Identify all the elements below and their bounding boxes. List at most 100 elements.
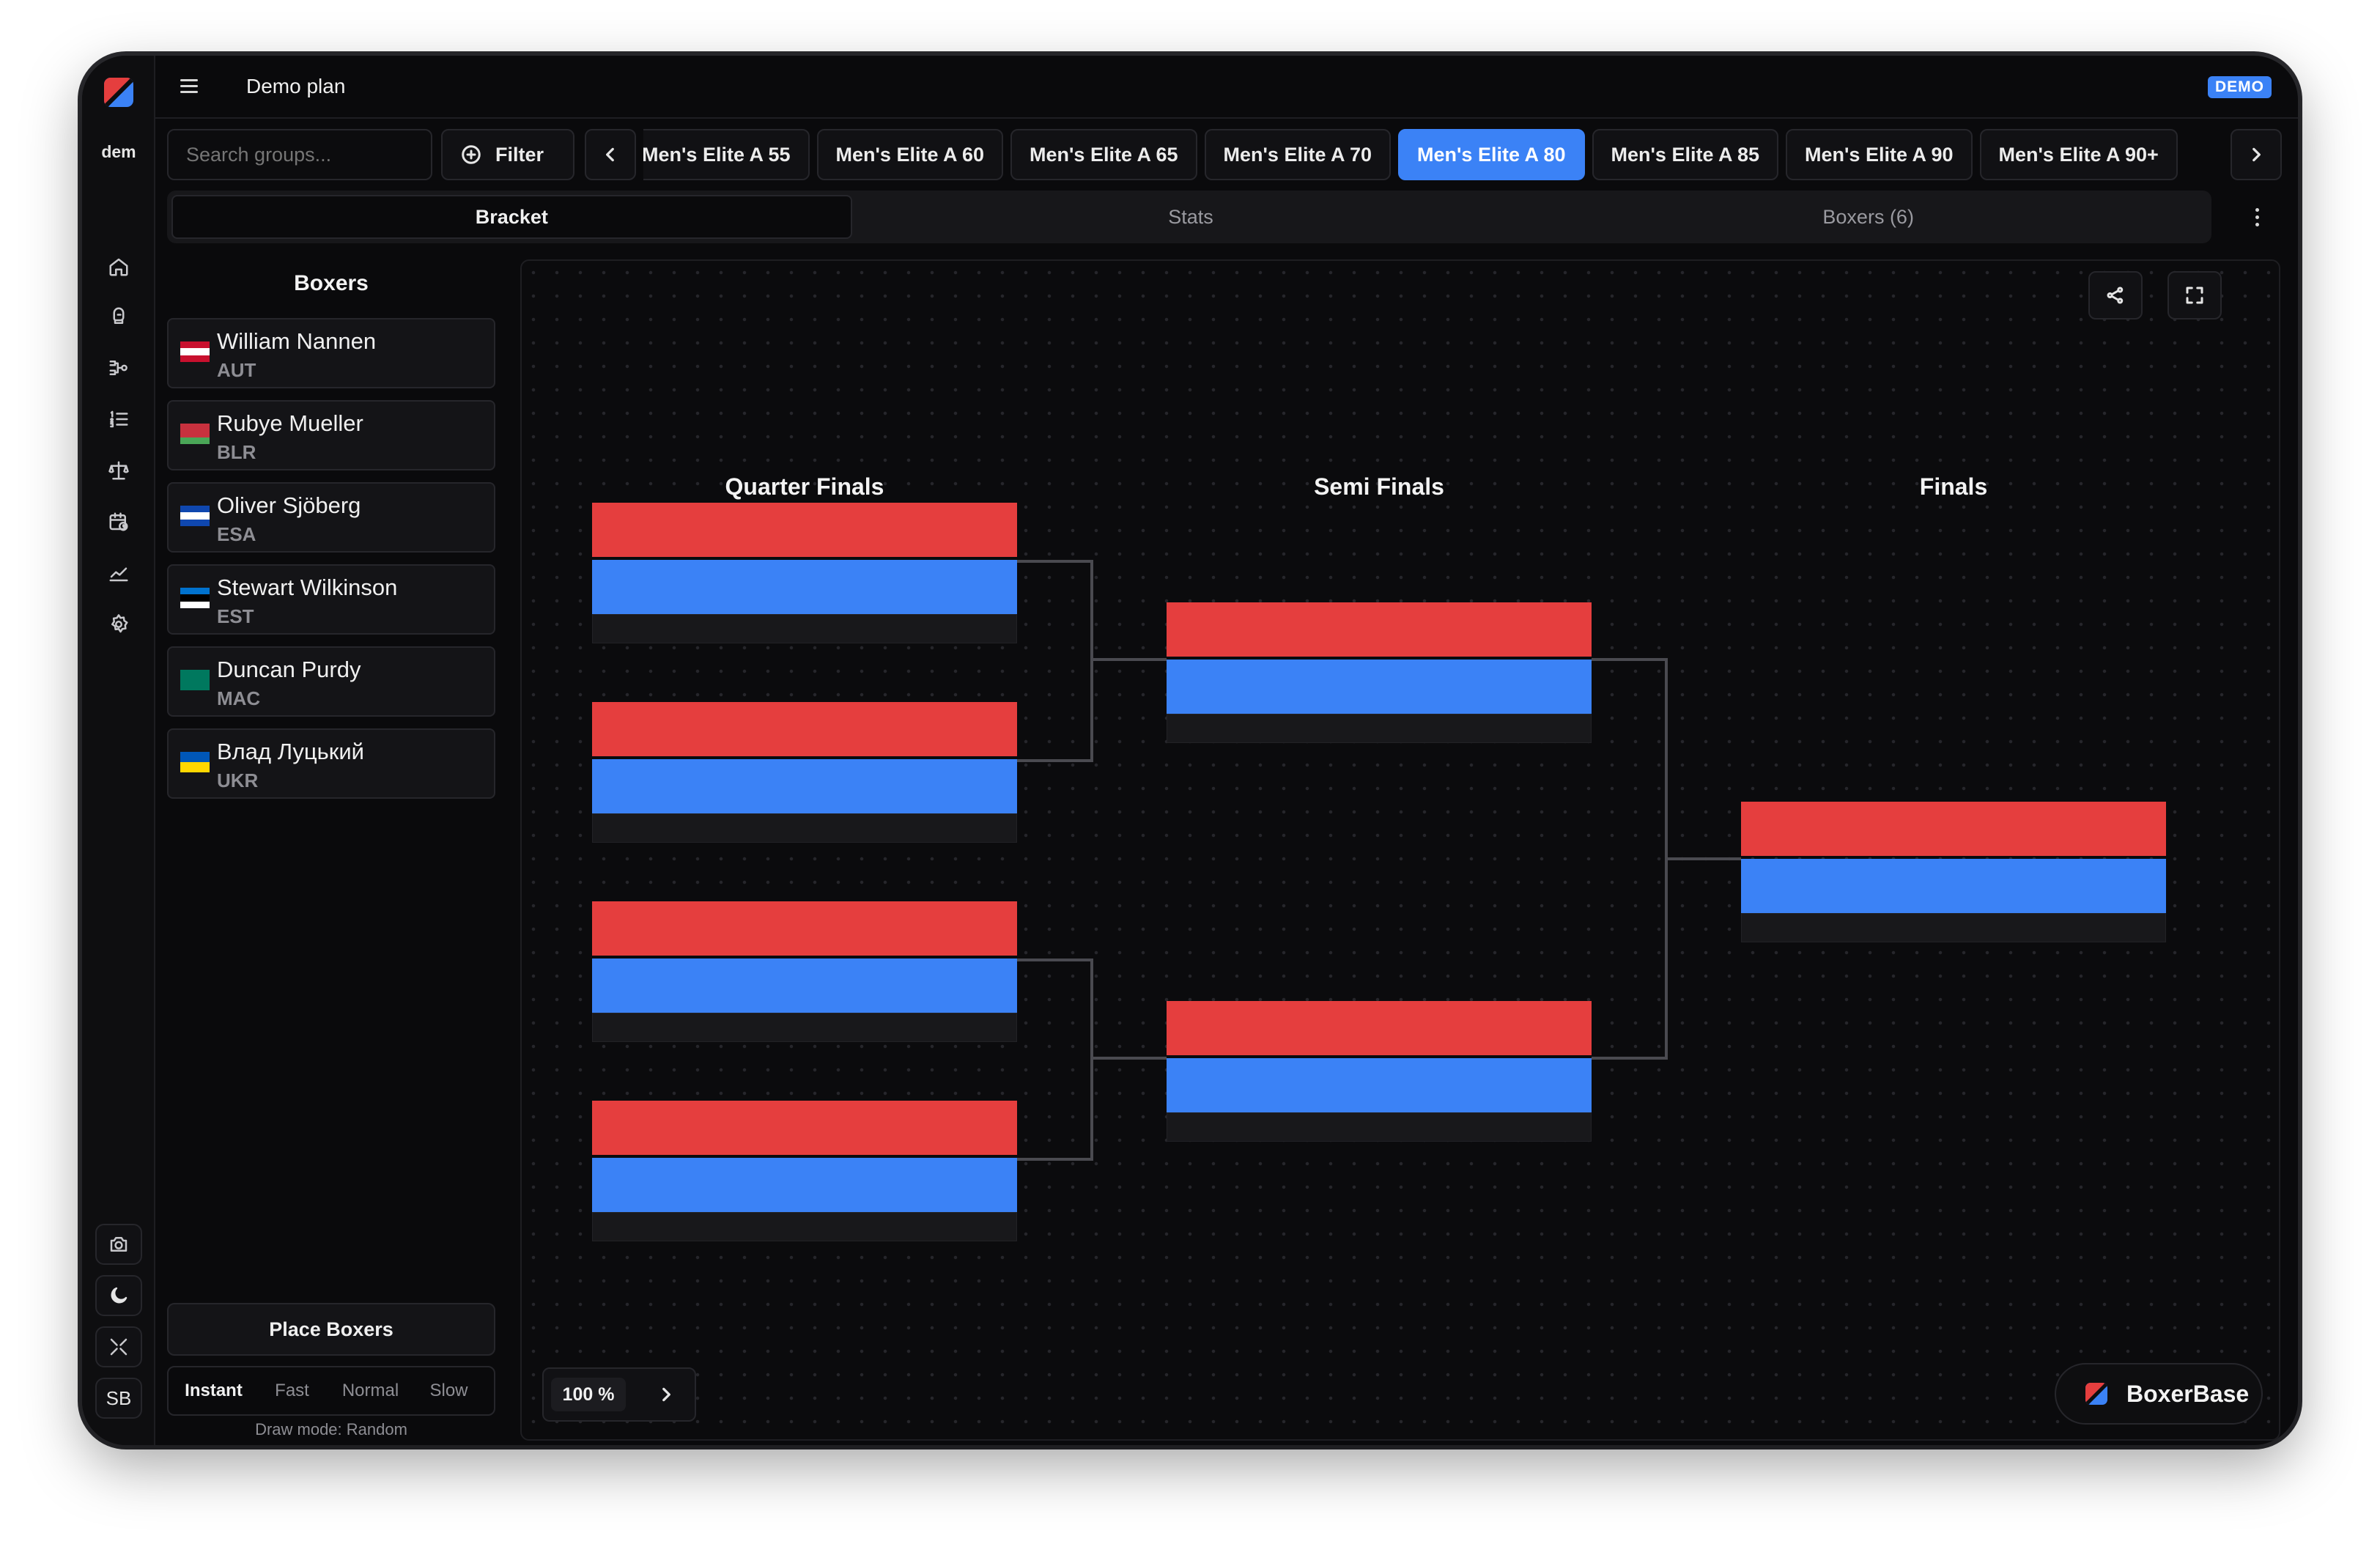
zoom-control: 100 % [542,1367,696,1422]
moon-icon[interactable] [95,1275,142,1316]
boxer-name: Duncan Purdy [217,657,361,682]
speed-normal[interactable]: Normal [331,1381,410,1401]
settings-icon[interactable] [95,604,142,645]
match-footer [592,1013,1017,1042]
match-qf-3[interactable] [592,901,1017,1042]
avatar-initials: SB [106,1386,132,1409]
tabs-prev-button[interactable] [585,129,636,180]
blue-corner-slot[interactable] [592,560,1017,614]
boxer-country: UKR [217,769,259,791]
blue-corner-slot[interactable] [1167,660,1592,714]
home-icon[interactable] [95,246,142,287]
boxer-card[interactable]: Oliver Sjöberg ESA [167,482,495,553]
boxer-card[interactable]: Duncan Purdy MAC [167,646,495,717]
weight-tab[interactable]: Men's Elite A 85 [1592,129,1778,180]
bracket-icon[interactable] [95,347,142,388]
app-window: dem SB Demo plan DEMO Search groups... F… [82,56,2298,1445]
boxer-card[interactable]: Stewart Wilkinson EST [167,564,495,635]
brand-logo-icon [2085,1383,2107,1405]
brand-badge[interactable]: BoxerBase [2055,1363,2263,1425]
bracket-connector [1093,658,1167,661]
round-title-semi-finals: Semi Finals [1314,473,1444,500]
calendar-clock-icon[interactable] [95,501,142,542]
weight-tab[interactable]: Men's Elite A 65 [1010,129,1197,180]
boxer-name: Влад Луцький [217,739,365,764]
boxer-card[interactable]: William Nannen AUT [167,318,495,388]
speed-instant[interactable]: Instant [174,1381,253,1401]
draw-mode-label: Draw mode: Random [255,1420,407,1438]
boxer-name: Stewart Wilkinson [217,575,398,600]
red-corner-slot[interactable] [592,702,1017,756]
view-tabs: Bracket Stats Boxers (6) [167,191,2211,243]
weight-tab[interactable]: Men's Elite A 55 [643,129,810,180]
flag-icon [180,670,210,690]
red-corner-slot[interactable] [1741,802,2166,856]
place-boxers-button[interactable]: Place Boxers [167,1303,495,1356]
flag-icon [180,588,210,608]
speed-fast[interactable]: Fast [253,1381,331,1401]
share-icon[interactable] [2088,271,2143,320]
tab-boxers[interactable]: Boxers (6) [1529,195,2207,239]
match-footer [1167,1112,1592,1142]
chevron-left-icon [606,147,614,162]
menu-icon[interactable] [177,75,201,98]
tab-bracket[interactable]: Bracket [171,195,852,239]
ordered-list-icon[interactable] [95,399,142,440]
chevron-right-icon[interactable] [657,1385,676,1404]
red-corner-slot[interactable] [592,901,1017,956]
bracket-canvas[interactable]: Quarter Finals Semi Finals Finals 100 % … [520,259,2280,1441]
flag-icon [180,506,210,526]
top-bar: Demo plan DEMO [155,56,2298,119]
flag-icon [180,341,210,362]
match-footer [592,1212,1017,1241]
collapse-icon[interactable] [95,1326,142,1367]
tab-stats[interactable]: Stats [852,195,1530,239]
match-sf-2[interactable] [1167,1001,1592,1142]
bracket-connector [1017,560,1093,762]
tenant-label: dem [101,142,136,161]
boxing-glove-icon[interactable] [95,296,142,337]
tabs-next-button[interactable] [2231,129,2282,180]
speed-slow[interactable]: Slow [410,1381,488,1401]
chevron-right-icon [2252,147,2261,162]
blue-corner-slot[interactable] [1741,859,2166,913]
match-footer [592,614,1017,643]
boxer-country: MAC [217,687,261,709]
match-final[interactable] [1741,802,2166,942]
red-corner-slot[interactable] [1167,1001,1592,1055]
match-qf-1[interactable] [592,503,1017,643]
scale-icon[interactable] [95,450,142,491]
match-qf-2[interactable] [592,702,1017,843]
red-corner-slot[interactable] [592,1101,1017,1155]
blue-corner-slot[interactable] [592,759,1017,813]
zoom-level[interactable]: 100 % [551,1378,626,1411]
red-corner-slot[interactable] [592,503,1017,557]
filter-button[interactable]: Filter [441,129,574,180]
chart-line-icon[interactable] [95,553,142,594]
match-sf-1[interactable] [1167,602,1592,743]
weight-tab[interactable]: Men's Elite A 90 [1786,129,1973,180]
boxer-card[interactable]: Влад Луцький UKR [167,728,495,799]
more-options-icon[interactable] [2242,202,2272,232]
user-avatar[interactable]: SB [95,1378,142,1419]
search-groups-input[interactable] [167,129,432,180]
camera-icon[interactable] [95,1224,142,1265]
weight-tab[interactable]: Men's Elite A 60 [816,129,1003,180]
boxer-country: BLR [217,441,256,463]
weight-tab[interactable]: Men's Elite A 70 [1204,129,1391,180]
boxer-name: Oliver Sjöberg [217,492,361,518]
weight-tab[interactable]: Men's Elite A 90+ [1979,129,2178,180]
app-logo-icon[interactable] [104,78,133,107]
blue-corner-slot[interactable] [1167,1058,1592,1112]
boxer-list: William Nannen AUT Rubye Mueller BLR Oliver … [167,318,495,810]
flag-icon [180,752,210,772]
plus-circle-icon [462,145,481,164]
round-title-finals: Finals [1919,473,1988,500]
red-corner-slot[interactable] [1167,602,1592,657]
boxer-card[interactable]: Rubye Mueller BLR [167,400,495,470]
blue-corner-slot[interactable] [592,1158,1017,1212]
weight-tab[interactable]: Men's Elite A 80 [1398,129,1585,180]
blue-corner-slot[interactable] [592,959,1017,1013]
match-qf-4[interactable] [592,1101,1017,1241]
fullscreen-icon[interactable] [2168,271,2222,320]
